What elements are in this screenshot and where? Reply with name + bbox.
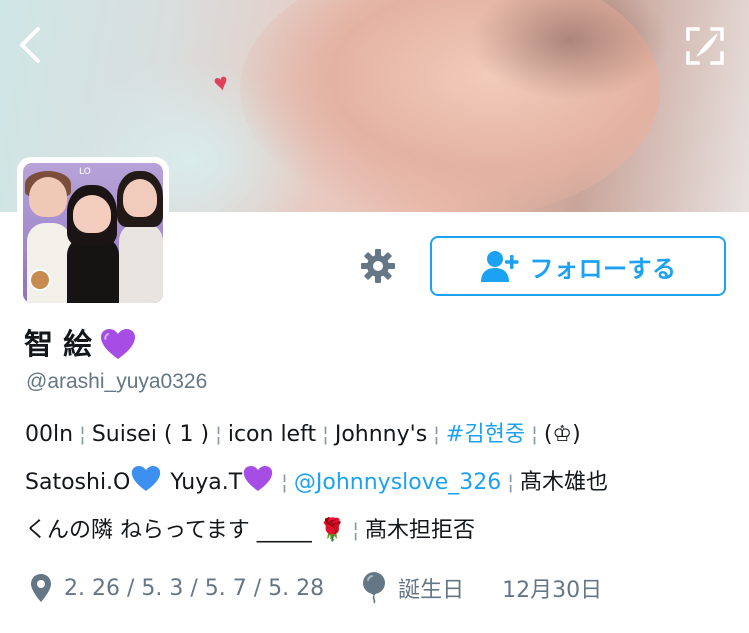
birthday-label: 誕生日	[398, 578, 465, 603]
bio-separator: ¦	[352, 518, 359, 542]
birthday-value: 12月30日	[502, 578, 603, 603]
bio-separator: ¦	[433, 422, 440, 446]
location-item: 2. 26 / 5. 3 / 5. 7 / 5. 28	[30, 573, 324, 603]
bio-separator: ¦	[531, 422, 538, 446]
person-plus-icon	[480, 251, 518, 282]
chevron-left-icon	[20, 27, 40, 63]
bio-mention-link[interactable]: @Johnnyslove_326	[294, 470, 501, 495]
bio-text: Yuya.T	[170, 470, 243, 495]
purple-heart-icon	[243, 466, 273, 491]
follow-button-label: フォローする	[529, 254, 677, 283]
avatar-photo: LO	[23, 163, 163, 303]
bio-separator: ¦	[322, 422, 329, 446]
bio-hashtag-link[interactable]: #김현중	[446, 422, 525, 447]
bio-text: 00ln	[25, 422, 74, 447]
blue-heart-icon	[132, 466, 161, 491]
profile-bio: 00ln ¦ Suisei ( 1 ) ¦ icon left ¦ Johnny's ¦ #김현…	[25, 410, 735, 554]
bio-line: 00ln ¦ Suisei ( 1 ) ¦ icon left ¦ Johnny's ¦ #김현…	[25, 410, 735, 458]
rose-emoji: 🌹	[318, 518, 347, 543]
bio-text: Johnny's	[334, 422, 428, 447]
bio-line: Satoshi.O Yuya.T ¦ @Johnnyslove_326 ¦ 髙木雄也	[25, 458, 735, 506]
bio-separator: ¦	[507, 470, 515, 494]
bio-text: Satoshi.O	[25, 470, 131, 495]
settings-button[interactable]	[356, 244, 400, 288]
bio-text: icon left	[227, 422, 317, 447]
bio-line: くんの隣 ねらってます _____ 🌹 ¦ 髙木担拒否	[25, 506, 735, 554]
bio-separator: ¦	[79, 422, 86, 446]
bio-separator: ¦	[281, 470, 288, 494]
bio-text: 髙木担拒否	[364, 518, 475, 543]
purple-heart-icon	[101, 329, 136, 359]
avatar-sticker	[29, 269, 51, 291]
balloon-icon	[363, 572, 386, 604]
location-pin-icon	[31, 574, 51, 602]
profile-name-text: 智 絵	[24, 327, 93, 361]
bio-text: (♔)	[543, 422, 581, 447]
avatar-badge-text: LO	[79, 167, 91, 177]
bio-separator: ¦	[215, 422, 222, 446]
profile-meta: 2. 26 / 5. 3 / 5. 7 / 5. 28 誕生日 12月30日	[30, 568, 602, 608]
back-button[interactable]	[8, 22, 50, 68]
profile-handle: @arashi_yuya0326	[26, 370, 208, 393]
bio-text: 髙木雄也	[520, 470, 609, 495]
profile-avatar[interactable]: LO	[17, 157, 169, 309]
location-text: 2. 26 / 5. 3 / 5. 7 / 5. 28	[64, 575, 325, 601]
edit-quill-icon	[686, 27, 724, 65]
follow-button[interactable]: フォローする	[430, 236, 726, 296]
bio-text: Suisei ( 1 )	[91, 422, 210, 447]
edit-profile-button[interactable]	[680, 22, 730, 70]
profile-name: 智 絵	[24, 324, 136, 364]
bio-text: くんの隣 ねらってます _____	[25, 518, 312, 543]
birthday-item: 誕生日 12月30日	[362, 572, 602, 604]
gear-icon	[361, 249, 395, 283]
